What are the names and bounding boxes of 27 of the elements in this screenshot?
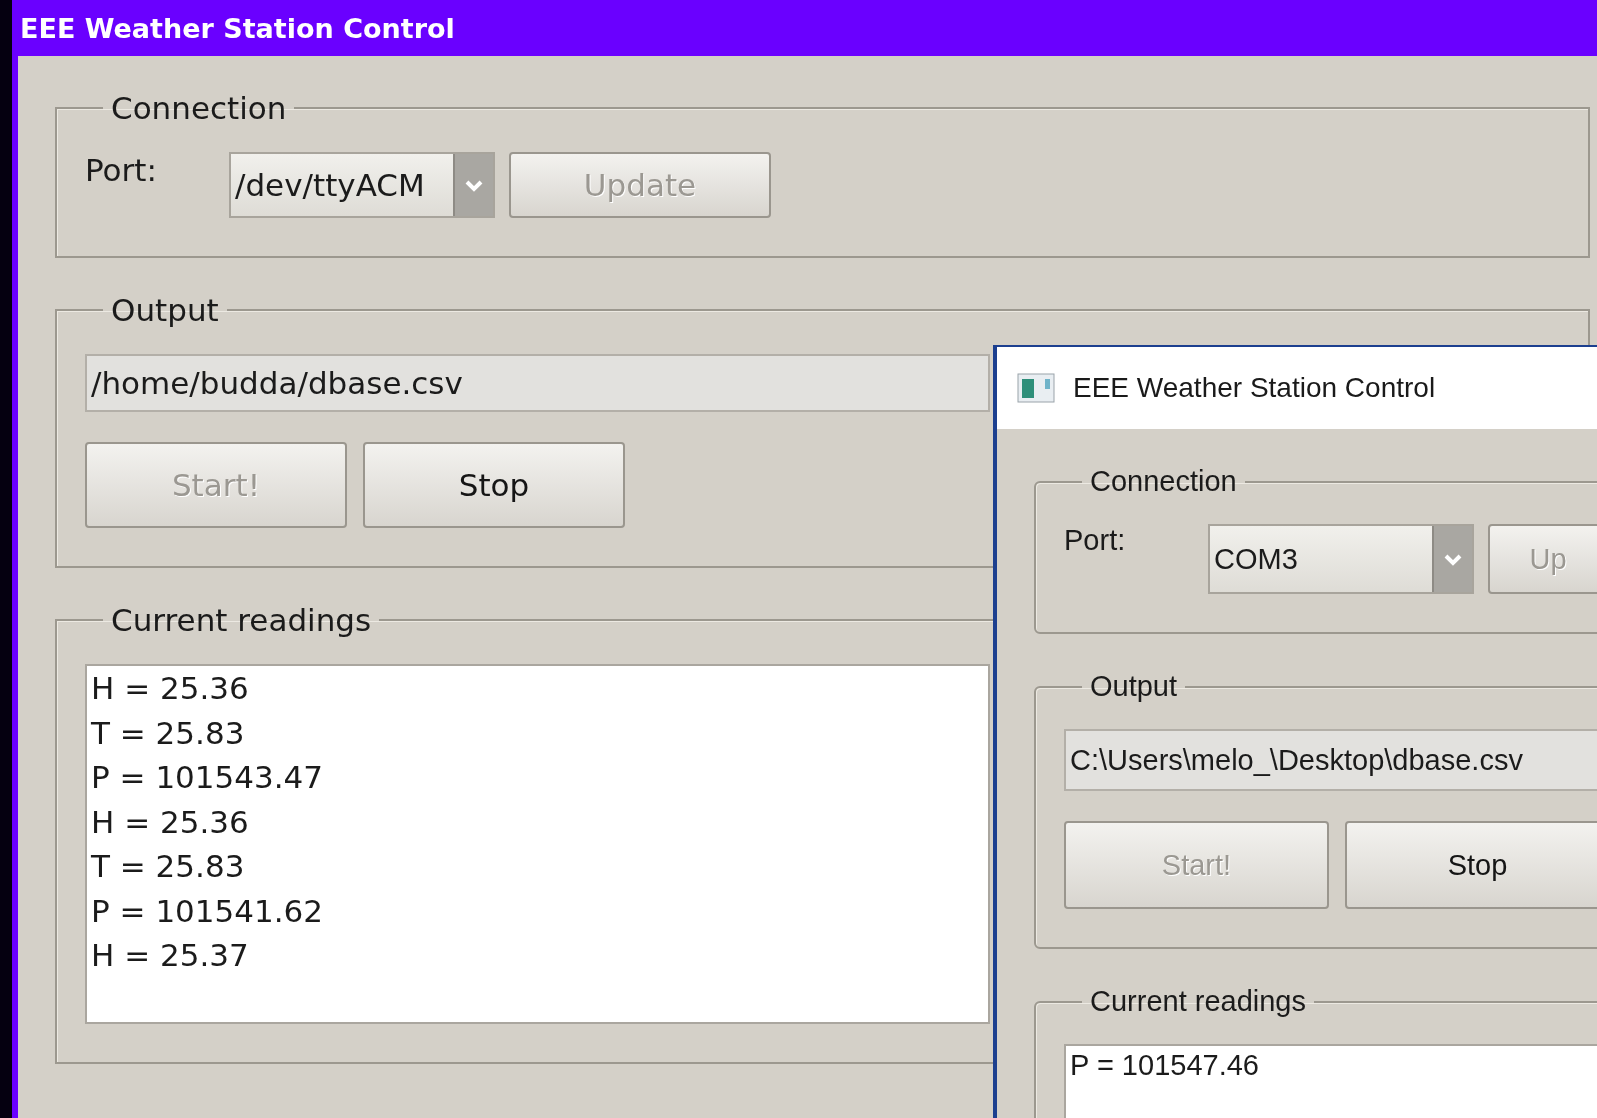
window-title: EEE Weather Station Control bbox=[1073, 372, 1436, 404]
window-title: EEE Weather Station Control bbox=[20, 12, 455, 44]
group-title: Connection bbox=[1089, 465, 1238, 498]
reading-line: T = 25.83 bbox=[91, 847, 245, 886]
group-title: Current readings bbox=[110, 602, 373, 638]
reading-line: T = 25.83 bbox=[91, 713, 245, 753]
group-title: Connection bbox=[110, 90, 288, 126]
reading-line: P = 101543.47 bbox=[91, 758, 323, 797]
port-label: Port: bbox=[1064, 524, 1127, 557]
reading-line: H = 25.36 bbox=[91, 669, 249, 708]
stop-button[interactable]: Stop bbox=[363, 442, 625, 528]
path-field[interactable]: C:\Users\melo_\Desktop\dbase.csv bbox=[1064, 729, 1597, 791]
port-dropdown[interactable]: /dev/ttyACM bbox=[229, 152, 495, 218]
path-field[interactable]: /home/budda/dbase.csv bbox=[85, 354, 990, 412]
chevron-down-icon bbox=[1432, 526, 1472, 592]
group-title: Output bbox=[110, 292, 220, 328]
reading-line: P = 101541.62 bbox=[91, 891, 323, 931]
port-label: Port: bbox=[85, 152, 158, 188]
group-title: Output bbox=[1089, 670, 1179, 703]
reading-line: H = 25.37 bbox=[91, 936, 249, 975]
chevron-down-icon bbox=[453, 154, 493, 216]
app-icon bbox=[1017, 373, 1055, 403]
reading-line: P = 101547.46 bbox=[1070, 1048, 1259, 1083]
reading-line: H = 25.36 bbox=[91, 802, 249, 842]
group-title: Current readings bbox=[1089, 985, 1307, 1018]
port-dropdown[interactable]: COM3 bbox=[1208, 524, 1474, 594]
stop-button[interactable]: Stop bbox=[1345, 821, 1597, 909]
